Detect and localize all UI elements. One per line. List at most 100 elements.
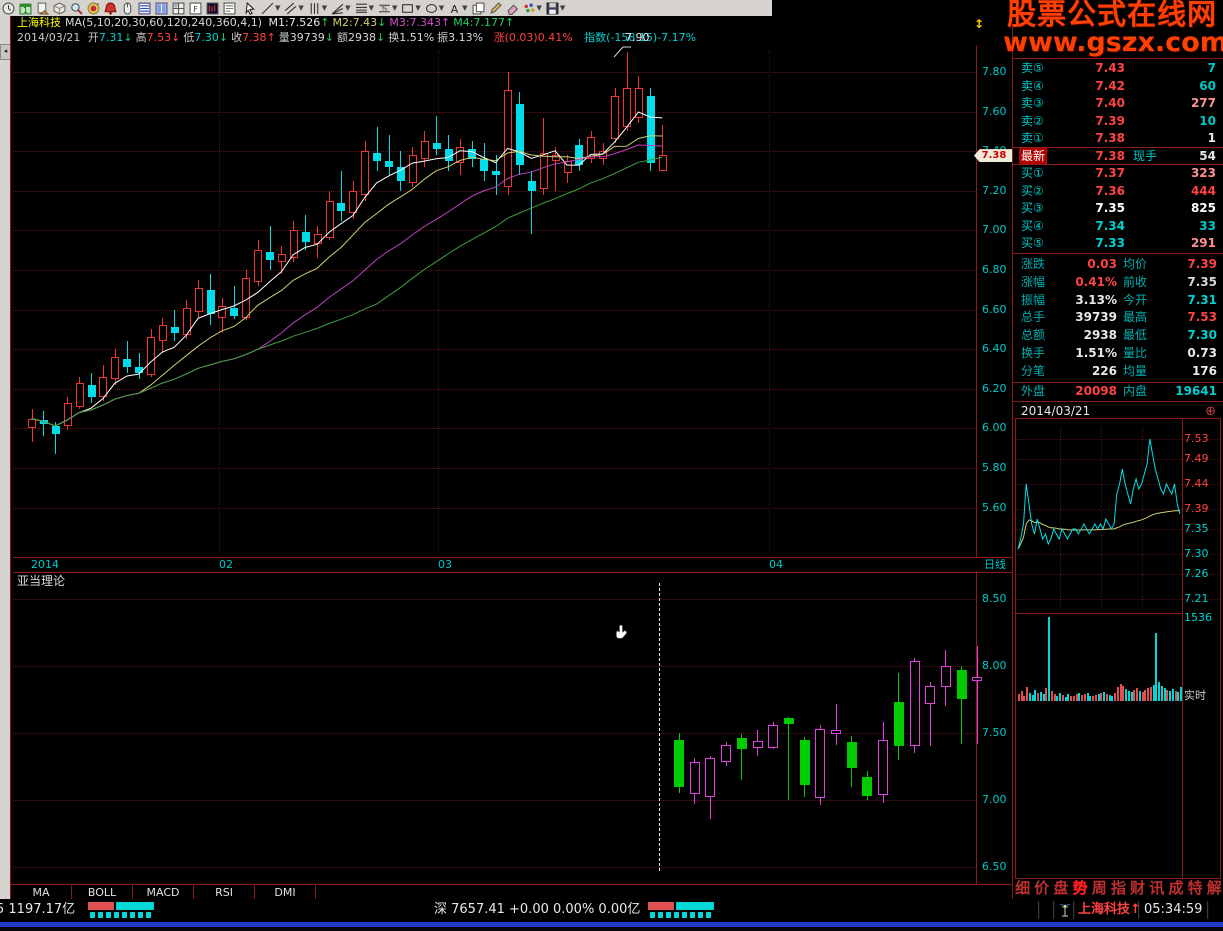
pencil-icon[interactable] [487,1,504,16]
stat-value: 2938 [1057,327,1117,344]
calendar-icon[interactable]: 1 [17,1,34,16]
buy-row[interactable]: 买④7.3433 [1015,218,1220,235]
order-price: 7.39 [1081,113,1125,130]
sub-candle-up [878,740,888,796]
quote-tab-周[interactable]: 周 [1092,877,1107,899]
dropdown-caret-icon[interactable]: ▼ [415,1,420,16]
dropdown-caret-icon[interactable]: ▼ [537,1,542,16]
intraday-mini-chart[interactable]: 7.537.497.447.397.357.307.267.211536实时 [1015,418,1221,879]
order-level-label: 卖⑤ [1021,60,1044,77]
ellipse-tool-icon[interactable]: ▼ [423,1,446,16]
clock-icon[interactable] [0,1,17,16]
mini-volume-bar [1021,691,1023,701]
indicator-tab-dmi[interactable]: DMI [255,885,316,900]
quote-tab-特[interactable]: 特 [1188,877,1203,899]
stat-value: 176 [1161,363,1217,380]
quote-tab-讯[interactable]: 讯 [1149,877,1164,899]
dropdown-caret-icon[interactable]: ▼ [369,1,374,16]
dropdown-caret-icon[interactable]: ▼ [275,1,280,16]
parallel-lines-tool-icon[interactable]: ▼ [282,1,305,16]
dropdown-caret-icon[interactable]: ▼ [439,1,444,16]
dropdown-caret-icon[interactable]: ▼ [298,1,303,16]
sub-candle-up [815,729,825,798]
candle-down [230,308,238,316]
copy-icon[interactable] [470,1,487,16]
dropdown-caret-icon[interactable]: ▼ [322,1,327,16]
scale-updown-icon[interactable]: ↕ [974,17,984,31]
dropdown-caret-icon[interactable]: ▼ [345,1,350,16]
quote-tab-解[interactable]: 解 [1207,877,1222,899]
palette-icon[interactable]: ▼ [521,1,544,16]
alarm-bell-icon[interactable] [102,1,119,16]
sell-row[interactable]: 卖②7.3910 [1015,113,1220,130]
mouse-icon[interactable] [119,1,136,16]
dropdown-caret-icon[interactable]: ▼ [560,1,565,16]
candle-up [314,234,322,244]
candle-down [433,143,441,149]
stat-value: 1.51% [1057,345,1117,362]
quote-list-icon[interactable] [136,1,153,16]
svg-text:F: F [193,4,197,13]
indicator-tab-boll[interactable]: BOLL [72,885,133,900]
percent-lines-tool-icon[interactable]: %▼ [376,1,399,16]
price-gridline [13,468,976,469]
stat-label: 今开 [1123,292,1147,309]
f10-info-icon[interactable]: F [187,1,204,16]
quote-tab-细[interactable]: 细 [1015,877,1030,899]
grid-windows-icon[interactable] [170,1,187,16]
cursor-arrow-icon[interactable] [242,1,259,16]
quote-tab-成[interactable]: 成 [1168,877,1183,899]
candle-wick [139,353,140,379]
sub-gridline [13,867,976,868]
sell-row[interactable]: 卖⑤7.437 [1015,60,1220,77]
buy-row[interactable]: 买②7.36444 [1015,183,1220,200]
send-report-icon[interactable] [34,1,51,16]
search-icon[interactable] [68,1,85,16]
dropdown-caret-icon[interactable]: ▼ [392,1,397,16]
mini-volume-bar [1098,694,1100,701]
candle-up [635,88,643,118]
package-icon[interactable] [51,1,68,16]
text-tool-icon[interactable]: A▼ [446,1,469,16]
trendline-tool-icon[interactable]: ▼ [259,1,282,16]
sell-row[interactable]: 卖③7.40277 [1015,95,1220,112]
buy-row[interactable]: 买③7.35825 [1015,200,1220,217]
watermark-url: www.gszx.com.cn [1003,29,1221,56]
vertical-lines-tool-icon[interactable]: ▼ [306,1,329,16]
latest-price-row[interactable]: 最新7.38现手54 [1015,148,1220,165]
quote-tab-盘[interactable]: 盘 [1053,877,1068,899]
report-window-icon[interactable] [221,1,238,16]
quote-tab-财[interactable]: 财 [1130,877,1145,899]
buy-row[interactable]: 买⑤7.33291 [1015,235,1220,252]
candle-wick [555,147,556,191]
buy-row[interactable]: 买①7.37323 [1015,165,1220,182]
daily-kline-chart[interactable]: 7.807.607.407.207.006.806.606.406.206.00… [13,45,976,557]
kline-window-icon[interactable] [204,1,221,16]
sell-row[interactable]: 卖④7.4260 [1015,78,1220,95]
intraday-lines [1016,419,1180,619]
dropdown-caret-icon[interactable]: ▼ [462,1,467,16]
period-label[interactable]: 日线 [984,558,1006,571]
quote-tab-价[interactable]: 价 [1034,877,1049,899]
quote-tab-势[interactable]: 势 [1073,877,1088,899]
statusbar-stock-name[interactable]: 上海科技↑ [1078,899,1141,921]
candle-down [647,96,655,163]
quote-tab-指[interactable]: 指 [1111,877,1126,899]
eraser-icon[interactable] [504,1,521,16]
rectangle-tool-icon[interactable]: ▼ [399,1,422,16]
indicator-tab-rsi[interactable]: RSI [194,885,255,900]
indicator-tab-macd[interactable]: MACD [133,885,194,900]
sub-candle-up [721,745,731,762]
sub-candle-down [862,777,872,796]
info-field-高: 高7.53↓ [136,31,184,44]
adam-theory-subchart[interactable]: 亚当理论 8.508.007.507.006.50 [13,571,976,884]
fan-lines-tool-icon[interactable]: ▼ [329,1,352,16]
target-icon[interactable] [85,1,102,16]
indicator-tab-ma[interactable]: MA [11,885,72,900]
save-icon[interactable]: ▼ [544,1,567,16]
order-price: 7.34 [1081,218,1125,235]
fibonacci-tool-icon[interactable]: ▼ [353,1,376,16]
split-columns-icon[interactable] [153,1,170,16]
bar-tooth [690,912,695,918]
sell-row[interactable]: 卖①7.381 [1015,130,1220,147]
